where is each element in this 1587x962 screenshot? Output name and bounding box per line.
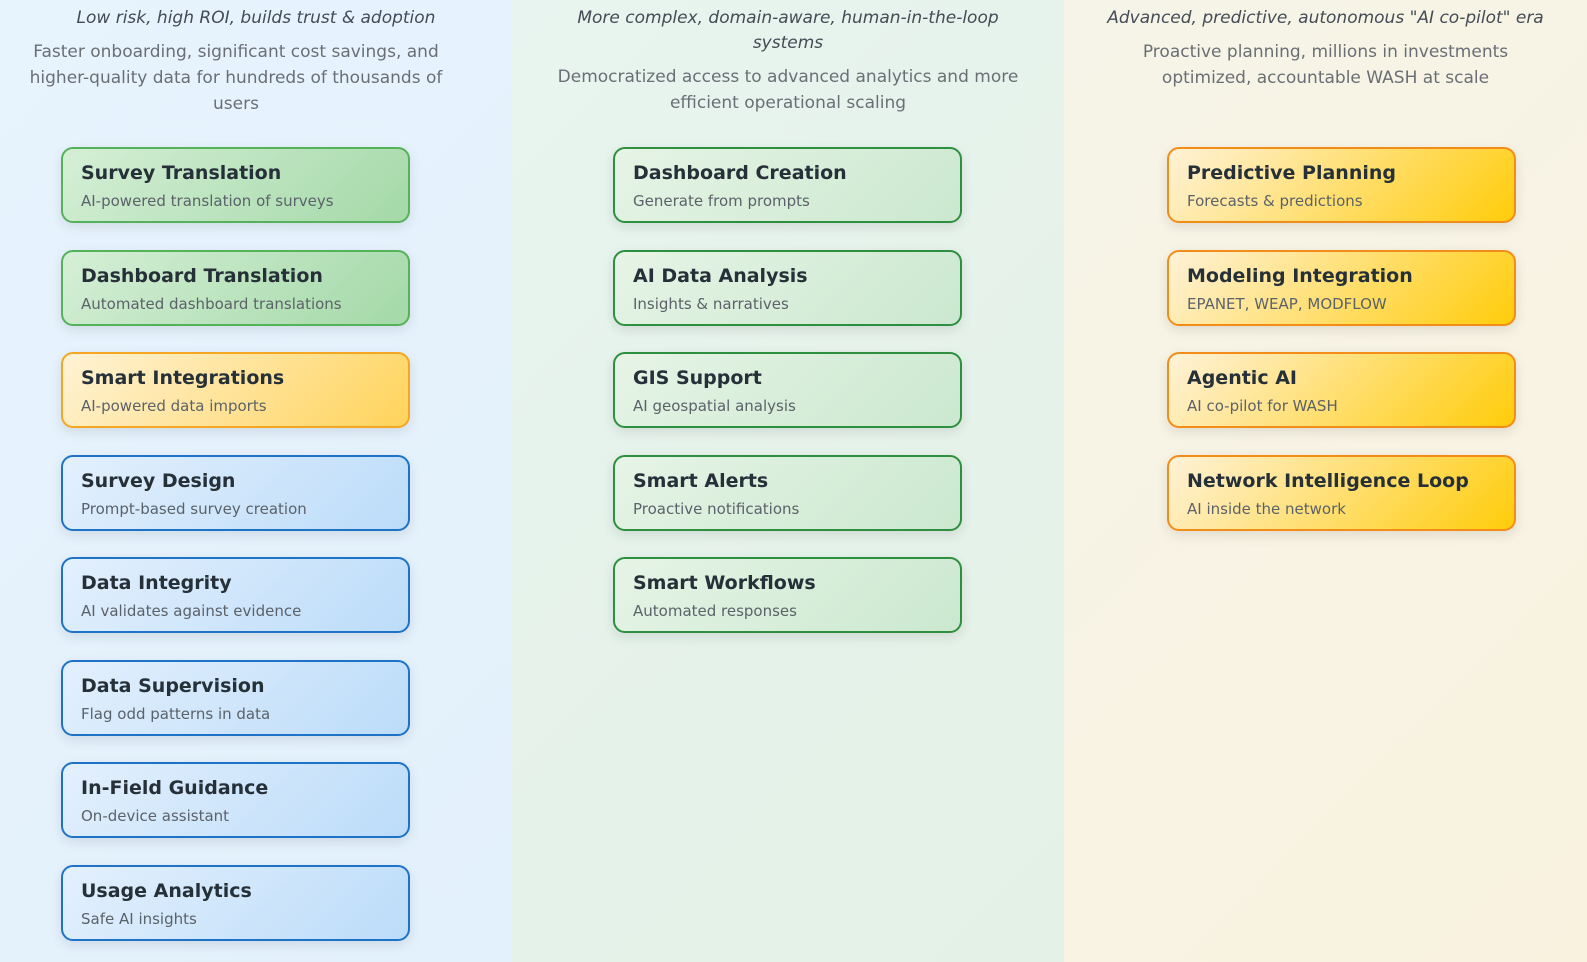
card-description: On-device assistant bbox=[81, 807, 230, 825]
feature-card-smart-integrations[interactable]: Smart Integrations AI-powered data impor… bbox=[61, 352, 410, 428]
card-description: Generate from prompts bbox=[633, 192, 810, 210]
feature-card-predictive-planning[interactable]: Predictive Planning Forecasts & predicti… bbox=[1167, 147, 1516, 223]
card-title: Survey Design bbox=[81, 470, 236, 492]
card-description: Insights & narratives bbox=[633, 295, 789, 313]
card-description: AI validates against evidence bbox=[81, 602, 302, 620]
card-description: AI inside the network bbox=[1187, 500, 1346, 518]
card-title: Modeling Integration bbox=[1187, 265, 1413, 287]
column-tagline: More complex, domain-aware, human-in-the… bbox=[577, 8, 999, 53]
column-phase-2: More complex, domain-aware, human-in-the… bbox=[512, 0, 1064, 962]
feature-card-smart-alerts[interactable]: Smart Alerts Proactive notifications bbox=[613, 455, 962, 531]
card-description: Proactive notifications bbox=[633, 500, 800, 518]
feature-card-ai-data-analysis[interactable]: AI Data Analysis Insights & narratives bbox=[613, 250, 962, 326]
card-description: Forecasts & predictions bbox=[1187, 192, 1363, 210]
feature-card-survey-design[interactable]: Survey Design Prompt-based survey creati… bbox=[61, 455, 410, 531]
card-title: Data Supervision bbox=[81, 675, 265, 697]
feature-card-agentic-ai[interactable]: Agentic AI AI co-pilot for WASH bbox=[1167, 352, 1516, 428]
column-phase-3: Advanced, predictive, autonomous "AI co-… bbox=[1064, 0, 1587, 962]
column-summary: Democratized access to advanced analytic… bbox=[557, 67, 1019, 113]
feature-card-dashboard-creation[interactable]: Dashboard Creation Generate from prompts bbox=[613, 147, 962, 223]
card-title: GIS Support bbox=[633, 367, 762, 389]
feature-card-gis-support[interactable]: GIS Support AI geospatial analysis bbox=[613, 352, 962, 428]
card-description: Safe AI insights bbox=[81, 910, 197, 928]
feature-card-in-field-guidance[interactable]: In-Field Guidance On-device assistant bbox=[61, 762, 410, 838]
feature-card-usage-analytics[interactable]: Usage Analytics Safe AI insights bbox=[61, 865, 410, 941]
card-title: Data Integrity bbox=[81, 572, 232, 594]
card-description: Flag odd patterns in data bbox=[81, 705, 271, 723]
feature-card-smart-workflows[interactable]: Smart Workflows Automated responses bbox=[613, 557, 962, 633]
card-description: Prompt-based survey creation bbox=[81, 500, 307, 518]
card-title: Survey Translation bbox=[81, 162, 282, 184]
card-description: Automated responses bbox=[633, 602, 797, 620]
card-title: Dashboard Translation bbox=[81, 265, 323, 287]
feature-card-data-supervision[interactable]: Data Supervision Flag odd patterns in da… bbox=[61, 660, 410, 736]
card-description: EPANET, WEAP, MODFLOW bbox=[1187, 295, 1387, 313]
card-title: Predictive Planning bbox=[1187, 162, 1396, 184]
card-description: AI co-pilot for WASH bbox=[1187, 397, 1338, 415]
column-summary: Proactive planning, millions in investme… bbox=[1142, 42, 1509, 88]
card-title: Dashboard Creation bbox=[633, 162, 847, 184]
card-description: Automated dashboard translations bbox=[81, 295, 342, 313]
card-description: AI-powered translation of surveys bbox=[81, 192, 334, 210]
card-title: Agentic AI bbox=[1187, 367, 1297, 389]
feature-card-modeling-integration[interactable]: Modeling Integration EPANET, WEAP, MODFL… bbox=[1167, 250, 1516, 326]
column-summary: Faster onboarding, significant cost savi… bbox=[29, 42, 443, 114]
feature-card-data-integrity[interactable]: Data Integrity AI validates against evid… bbox=[61, 557, 410, 633]
column-tagline: Low risk, high ROI, builds trust & adopt… bbox=[76, 8, 436, 28]
feature-card-dashboard-translation[interactable]: Dashboard Translation Automated dashboar… bbox=[61, 250, 410, 326]
feature-card-survey-translation[interactable]: Survey Translation AI-powered translatio… bbox=[61, 147, 410, 223]
column-phase-1: Low risk, high ROI, builds trust & adopt… bbox=[0, 0, 512, 962]
card-description: AI geospatial analysis bbox=[633, 397, 796, 415]
card-title: Usage Analytics bbox=[81, 880, 252, 902]
card-title: In-Field Guidance bbox=[81, 777, 269, 799]
card-title: Smart Alerts bbox=[633, 470, 769, 492]
card-description: AI-powered data imports bbox=[81, 397, 267, 415]
card-title: AI Data Analysis bbox=[633, 265, 808, 287]
feature-card-network-intelligence-loop[interactable]: Network Intelligence Loop AI inside the … bbox=[1167, 455, 1516, 531]
card-title: Network Intelligence Loop bbox=[1187, 470, 1469, 492]
column-tagline: Advanced, predictive, autonomous "AI co-… bbox=[1107, 8, 1544, 28]
card-title: Smart Integrations bbox=[81, 367, 285, 389]
card-title: Smart Workflows bbox=[633, 572, 816, 594]
